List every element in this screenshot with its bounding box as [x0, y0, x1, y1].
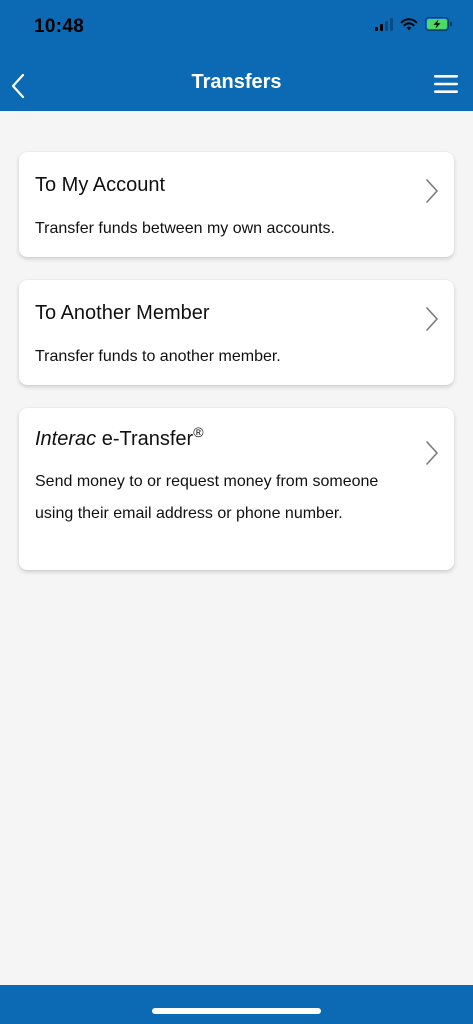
registered-mark: ®: [193, 424, 204, 440]
chevron-left-icon: [11, 73, 25, 99]
menu-button[interactable]: [431, 70, 461, 98]
card-title-rest: e-Transfer: [96, 428, 194, 450]
hamburger-menu-icon: [434, 75, 458, 93]
battery-charging-icon: [425, 17, 452, 31]
card-description: Transfer funds to another member.: [35, 348, 281, 365]
signal-icon: [375, 17, 393, 31]
bottom-bar: [0, 985, 473, 1024]
home-indicator[interactable]: [152, 1008, 321, 1014]
chevron-right-icon: [426, 441, 438, 465]
interac-e-transfer-card[interactable]: Interac e-Transfer® Send money to or req…: [19, 408, 454, 570]
chevron-right-icon: [426, 179, 438, 203]
chevron-right-icon: [426, 307, 438, 331]
to-my-account-card[interactable]: To My Account Transfer funds between my …: [19, 152, 454, 257]
card-title-italic: Interac: [35, 428, 97, 450]
card-title: To Another Member: [35, 302, 210, 324]
back-button[interactable]: [6, 68, 36, 104]
wifi-icon: [400, 18, 418, 31]
card-description: Transfer funds between my own accounts.: [35, 220, 335, 237]
status-time: 10:48: [34, 16, 85, 37]
card-title: Interac e-Transfer®: [35, 424, 204, 451]
page-title: Transfers: [191, 71, 282, 93]
to-another-member-card[interactable]: To Another Member Transfer funds to anot…: [19, 280, 454, 385]
card-title: To My Account: [35, 174, 166, 196]
top-navigation-bar: 10:48 Transfers: [0, 0, 473, 111]
status-icons: [375, 17, 453, 31]
card-description: Send money to or request money from some…: [35, 473, 379, 522]
